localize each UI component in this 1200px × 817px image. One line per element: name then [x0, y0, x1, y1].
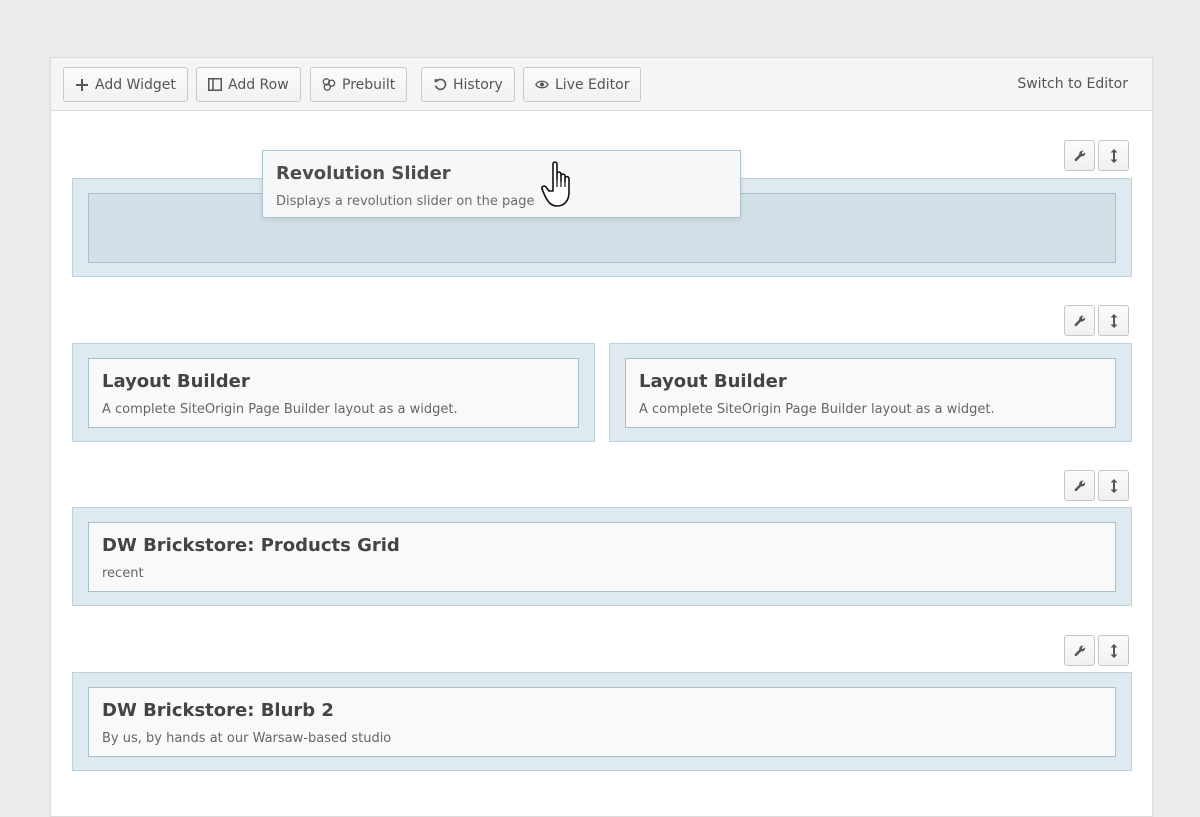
widget-description: Displays a revolution slider on the page: [276, 194, 535, 209]
widget-products-grid[interactable]: DW Brickstore: Products Grid recent: [88, 522, 1116, 592]
live-editor-button[interactable]: Live Editor: [523, 67, 642, 102]
widget-layout-builder[interactable]: Layout Builder A complete SiteOrigin Pag…: [625, 358, 1116, 428]
dragging-widget-revolution-slider[interactable]: Revolution Slider Displays a revolution …: [262, 150, 741, 218]
widget-description: recent: [102, 566, 144, 581]
eye-icon: [535, 78, 549, 92]
vertical-move-icon[interactable]: [1098, 470, 1129, 501]
widget-blurb[interactable]: DW Brickstore: Blurb 2 By us, by hands a…: [88, 687, 1116, 757]
prebuilt-label: Prebuilt: [342, 76, 396, 93]
wrench-icon[interactable]: [1064, 140, 1095, 171]
history-label: History: [453, 76, 503, 93]
widget-title: Layout Builder: [102, 371, 250, 392]
widget-description: A complete SiteOrigin Page Builder layou…: [639, 402, 995, 417]
row-2-cell-1: Layout Builder A complete SiteOrigin Pag…: [72, 343, 595, 442]
widget-description: By us, by hands at our Warsaw-based stud…: [102, 731, 392, 746]
row-4-tools: [1064, 635, 1129, 666]
prebuilt-button[interactable]: Prebuilt: [310, 67, 408, 102]
wrench-icon[interactable]: [1064, 635, 1095, 666]
widget-layout-builder[interactable]: Layout Builder A complete SiteOrigin Pag…: [88, 358, 579, 428]
vertical-move-icon[interactable]: [1098, 635, 1129, 666]
row-2-cell-2: Layout Builder A complete SiteOrigin Pag…: [609, 343, 1132, 442]
add-widget-button[interactable]: Add Widget: [63, 67, 188, 102]
vertical-move-icon[interactable]: [1098, 305, 1129, 336]
wrench-icon[interactable]: [1064, 470, 1095, 501]
live-editor-label: Live Editor: [555, 76, 630, 93]
widget-title: DW Brickstore: Blurb 2: [102, 700, 334, 721]
columns-icon: [208, 78, 222, 92]
undo-history-icon: [433, 78, 447, 92]
builder-toolbar: Add Widget Add Row Prebuilt History Live…: [51, 58, 1152, 111]
layers-icon: [322, 78, 336, 92]
add-widget-label: Add Widget: [95, 76, 176, 93]
switch-to-editor-link[interactable]: Switch to Editor: [1017, 76, 1128, 92]
row-3-cell: DW Brickstore: Products Grid recent: [72, 507, 1132, 606]
add-row-label: Add Row: [228, 76, 289, 93]
widget-title: Layout Builder: [639, 371, 787, 392]
row-2-tools: [1064, 305, 1129, 336]
widget-description: A complete SiteOrigin Page Builder layou…: [102, 402, 458, 417]
add-row-button[interactable]: Add Row: [196, 67, 301, 102]
vertical-move-icon[interactable]: [1098, 140, 1129, 171]
widget-title: Revolution Slider: [276, 163, 451, 184]
history-button[interactable]: History: [421, 67, 515, 102]
widget-title: DW Brickstore: Products Grid: [102, 535, 400, 556]
row-3-tools: [1064, 470, 1129, 501]
row-4-cell: DW Brickstore: Blurb 2 By us, by hands a…: [72, 672, 1132, 771]
row-1-tools: [1064, 140, 1129, 171]
wrench-icon[interactable]: [1064, 305, 1095, 336]
plus-icon: [75, 78, 89, 92]
